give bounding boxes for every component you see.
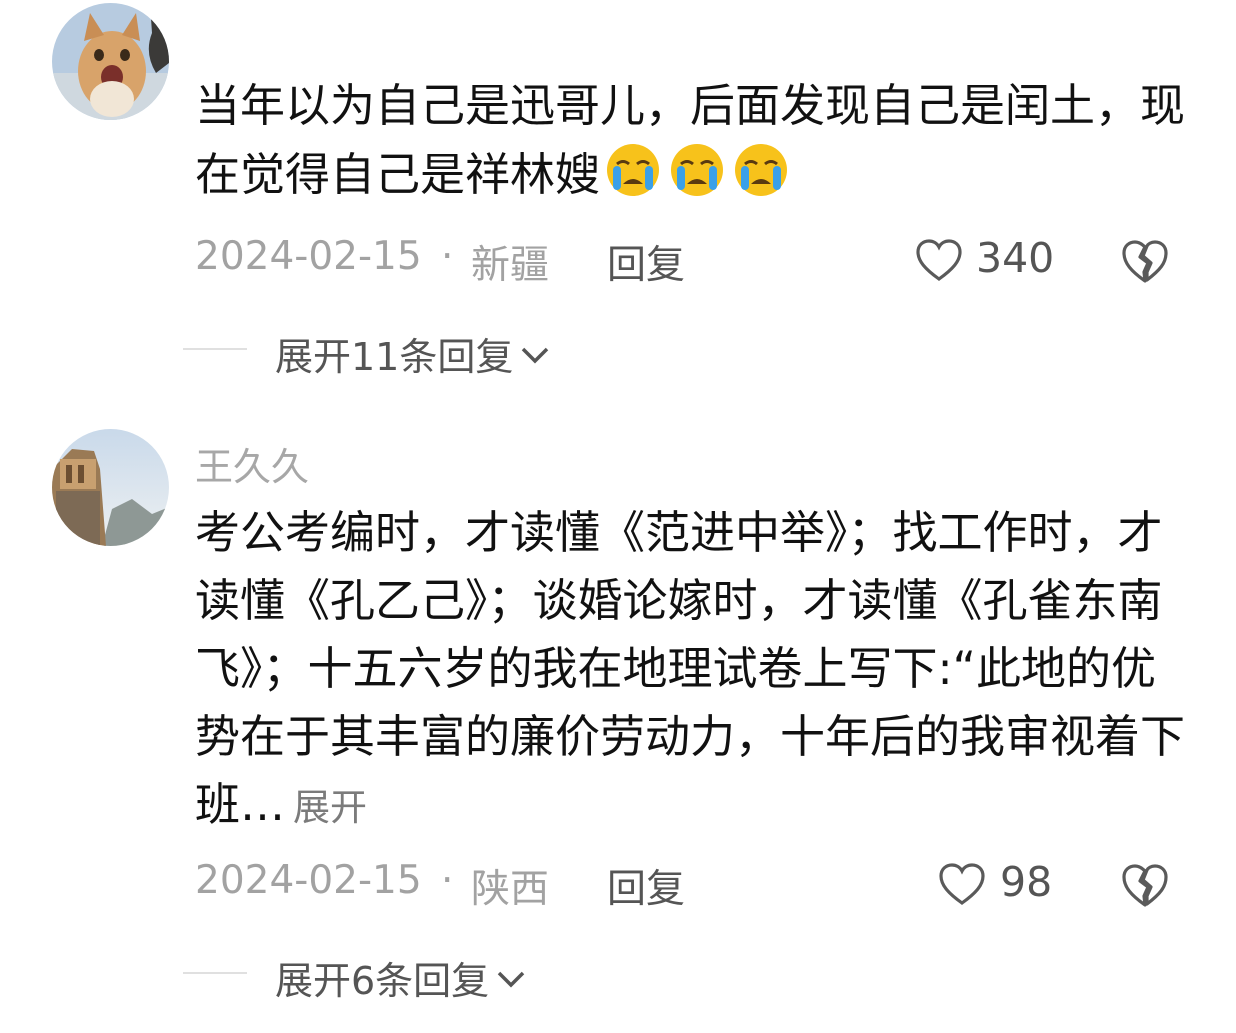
divider — [183, 972, 247, 974]
crying-face-icon — [666, 140, 728, 217]
comment-region: 新疆 — [471, 243, 550, 288]
avatar[interactable] — [52, 3, 169, 120]
reply-button[interactable]: 回复 — [607, 234, 685, 290]
like-count: 340 — [976, 234, 1055, 282]
cat-avatar-image — [52, 3, 169, 120]
expand-text-link[interactable]: 展开 — [293, 786, 367, 829]
landscape-avatar-image — [52, 429, 169, 546]
divider — [183, 348, 247, 350]
comment-meta: 2024-02-15 · 新疆 回复 340 — [195, 234, 1236, 288]
broken-heart-icon[interactable] — [1120, 862, 1170, 908]
comment-text: 当年以为自己是迅哥儿，后面发现自己是闰土，现在觉得自己是祥林嫂 — [195, 72, 1185, 217]
comment-text-content: 考公考编时，才读懂《范进中举》；找工作时，才读懂《孔乙己》；谈婚论嫁时，才读懂《… — [195, 506, 1186, 831]
chevron-down-icon — [497, 971, 525, 988]
comment-date: 2024-02-15 — [195, 858, 422, 903]
avatar[interactable] — [52, 429, 169, 546]
comment-text: 考公考编时，才读懂《范进中举》；找工作时，才读懂《孔乙己》；谈婚论嫁时，才读懂《… — [195, 499, 1185, 842]
heart-icon[interactable] — [915, 238, 963, 282]
broken-heart-icon[interactable] — [1120, 238, 1170, 284]
crying-face-icon — [730, 140, 792, 217]
crying-face-icon — [602, 140, 664, 217]
comment-date: 2024-02-15 — [195, 234, 422, 279]
comment-region: 陕西 — [471, 867, 550, 912]
expand-replies-label[interactable]: 展开11条回复 — [275, 326, 551, 381]
expand-replies-label[interactable]: 展开6条回复 — [275, 950, 527, 1005]
heart-icon[interactable] — [938, 862, 986, 906]
meta-separator: · — [441, 858, 454, 903]
expand-replies-text: 展开11条回复 — [275, 335, 514, 379]
expand-replies-text: 展开6条回复 — [275, 959, 490, 1003]
like-count: 98 — [1000, 858, 1053, 906]
username[interactable]: 王久久 — [195, 436, 309, 491]
chevron-down-icon — [522, 347, 549, 364]
comment-meta: 2024-02-15 · 陕西 回复 98 — [195, 858, 1236, 912]
reply-button[interactable]: 回复 — [607, 858, 685, 914]
meta-separator: · — [441, 234, 454, 279]
